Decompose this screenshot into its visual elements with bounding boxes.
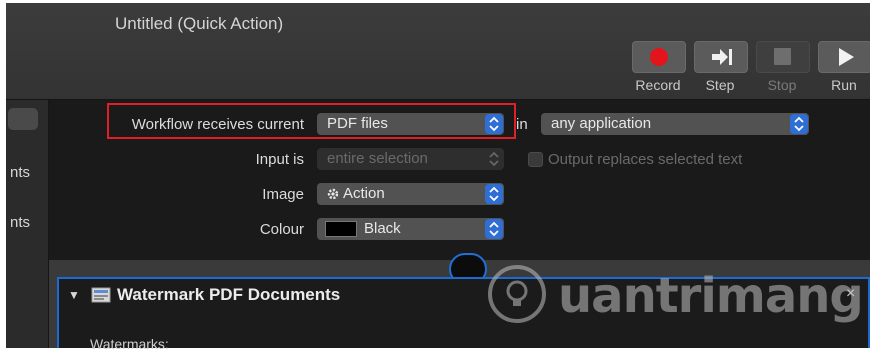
record-button[interactable]: Record (632, 41, 690, 101)
run-icon-box (818, 41, 870, 73)
input-is-value: entire selection (327, 150, 428, 167)
in-label: in (516, 116, 528, 133)
colour-value: Black (364, 220, 401, 237)
step-button[interactable]: Step (694, 41, 752, 101)
step-label: Step (705, 77, 735, 93)
image-value: Action (343, 185, 385, 202)
stop-label: Stop (767, 77, 797, 93)
input-is-label: Input is (255, 151, 304, 168)
sidebar-item[interactable]: nts (10, 164, 30, 181)
record-dot-icon (650, 48, 668, 66)
window-title: Untitled (Quick Action) (115, 14, 284, 33)
watermark-text: uantrimang (558, 268, 864, 324)
sidebar-search-field[interactable] (8, 108, 38, 130)
image-label: Image (262, 186, 304, 203)
chevron-updown-icon (485, 149, 503, 169)
record-label: Record (635, 77, 681, 93)
step-arrow-icon (712, 49, 732, 65)
colour-popup[interactable]: Black (317, 218, 504, 240)
stop-button[interactable]: Stop (756, 41, 814, 101)
play-triangle-icon (839, 48, 854, 66)
application-value: any application (551, 115, 652, 132)
window-toolbar: Untitled (Quick Action) Record Step Stop (6, 3, 870, 100)
watermarks-label: Watermarks: (90, 336, 169, 352)
gear-icon (327, 188, 339, 200)
record-icon-box (632, 41, 686, 73)
stop-icon-box (756, 41, 810, 73)
output-replaces-label: Output replaces selected text (548, 151, 743, 168)
colour-label: Colour (259, 221, 304, 238)
lightbulb-logo-icon (488, 265, 546, 323)
site-watermark: uantrimang (488, 263, 864, 327)
chevron-updown-icon (485, 184, 503, 204)
disclosure-triangle-icon[interactable]: ▼ (68, 288, 80, 302)
image-popup[interactable]: Action (317, 183, 504, 205)
application-popup[interactable]: any application (541, 113, 809, 135)
run-label: Run (831, 77, 857, 93)
output-replaces-checkbox[interactable] (528, 152, 543, 167)
input-is-popup[interactable]: entire selection (317, 148, 504, 170)
chevron-updown-icon (485, 219, 503, 239)
chevron-updown-icon (790, 114, 808, 134)
library-sidebar: nts nts (6, 100, 49, 348)
stop-square-icon (774, 48, 791, 65)
action-title: Watermark PDF Documents (117, 285, 341, 304)
sidebar-item[interactable]: nts (10, 214, 30, 231)
run-button[interactable]: Run (818, 41, 870, 101)
pdf-action-icon (91, 287, 111, 303)
step-icon-box (694, 41, 748, 73)
colour-swatch (325, 221, 357, 237)
highlight-frame (107, 103, 516, 139)
